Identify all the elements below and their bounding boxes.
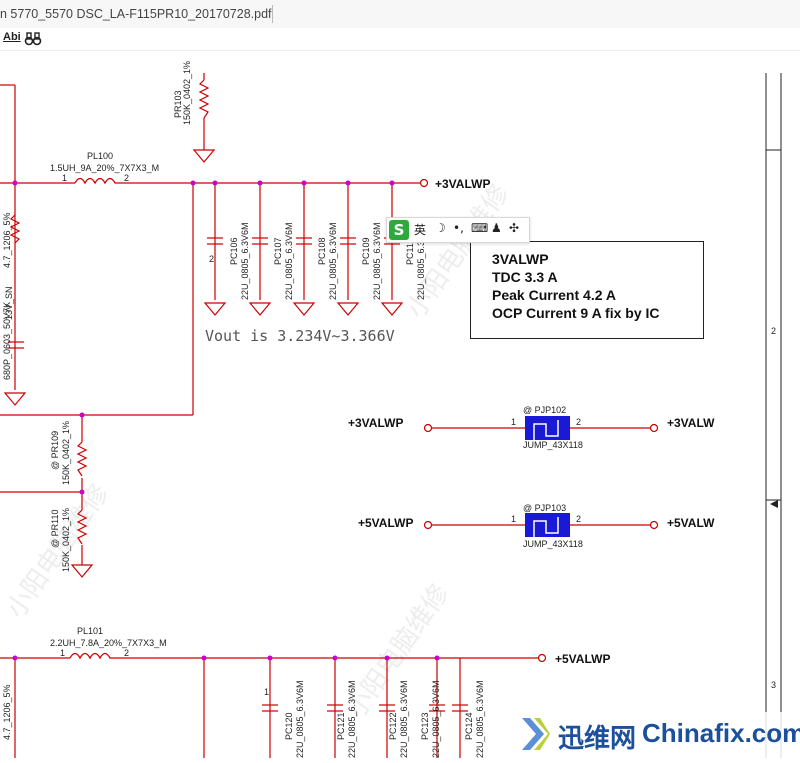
pjp102-right-net: +3VALW: [667, 416, 715, 430]
toolbar: Abi: [0, 28, 800, 51]
pjp102-value: JUMP_43X118: [523, 440, 583, 450]
pc121-value: 22U_0805_6.3V6M: [347, 680, 357, 758]
pc122-value: 22U_0805_6.3V6M: [399, 680, 409, 758]
left-resistor-2-value: 4.7_1206_5%: [2, 684, 12, 740]
pc108-value: 22U_0805_6.3V6M: [328, 222, 338, 300]
grid-icon[interactable]: ✣: [509, 221, 519, 235]
wires-5v: [0, 657, 538, 758]
pc124-value: 22U_0805_6.3V6M: [475, 680, 485, 758]
border-zone-2: 2: [771, 326, 776, 336]
pl101-pin1: 1: [60, 648, 65, 658]
pc107-value: 22U_0805_6.3V6M: [284, 222, 294, 300]
ime-language-toggle[interactable]: 英: [414, 221, 426, 238]
net-5valwp-terminal: [537, 653, 547, 663]
sogou-logo-icon[interactable]: S: [389, 220, 409, 240]
pc109-value: 22U_0805_6.3V6M: [372, 222, 382, 300]
pjp102-pin2: 2: [576, 417, 581, 427]
pr103-value: 150K_0402_1%: [182, 61, 192, 125]
border-zone-3: 3: [771, 680, 776, 690]
pjp103-pin1: 1: [511, 514, 516, 524]
pjp103-pin2: 2: [576, 514, 581, 524]
left-cap-value: 680P_0603_50V7K: [2, 302, 12, 380]
binoculars-icon[interactable]: [24, 31, 42, 47]
ground-symbol: [192, 149, 216, 163]
text-select-tool[interactable]: Abi: [3, 31, 21, 47]
schematic-drawing: 小阳电脑维修 小阳电脑维修 小阳电脑维修 2 3 PL100 1.5UH_9A_…: [0, 61, 782, 758]
watermark-text-1: 小阳电脑维修: [0, 478, 114, 623]
net-3valwp-terminal: [419, 178, 429, 188]
pjp102-ref: @ PJP102: [523, 405, 566, 415]
pc106-pin2: 2: [209, 254, 214, 264]
note-line-1: 3VALWP: [492, 251, 549, 267]
document-tab[interactable]: n 5770_5570 DSC_LA-F115PR10_20170728.pdf: [0, 0, 284, 28]
left-resistor-value: 4.7_1206_5%: [2, 212, 12, 268]
pl100-ref: PL100: [87, 151, 113, 161]
chinafix-logo-icon: [522, 718, 550, 750]
pjp103-value: JUMP_43X118: [523, 539, 583, 549]
page-border: [765, 73, 782, 758]
pl100-pin2: 2: [124, 173, 129, 183]
pc107-ref: PC107: [273, 237, 283, 265]
vout-annotation: Vout is 3.234V~3.366V: [205, 327, 395, 345]
pjp102-left-net: +3VALWP: [348, 416, 403, 430]
pc121-ref: PC121: [336, 712, 346, 740]
pl100-value: 1.5UH_9A_20%_7X7X3_M: [50, 163, 159, 173]
pr109-value: 150K_0402_1%: [61, 421, 71, 485]
chinafix-watermark: 迅维网 Chinafix.com: [520, 712, 800, 758]
pr109-ref: @ PR109: [50, 431, 60, 470]
note-line-4: OCP Current 9 A fix by IC: [492, 305, 660, 321]
pc109-ref: PC109: [361, 237, 371, 265]
wires-3v: [0, 73, 420, 565]
pdf-page: 小阳电脑维修 小阳电脑维修 小阳电脑维修 2 3 PL100 1.5UH_9A_…: [0, 51, 800, 758]
pjp102-pin1: 1: [511, 417, 516, 427]
user-icon[interactable]: ♟: [491, 221, 502, 235]
pc110-ref: PC11(: [405, 240, 415, 265]
watermark-cn: 迅维网: [558, 724, 637, 754]
pr110-value: 150K_0402_1%: [61, 508, 71, 572]
ime-toolbar[interactable]: S 英 ☽ •, ⌨ ♟ ✣: [386, 217, 530, 243]
resistor-pr103: [198, 79, 210, 119]
tab-divider: [272, 5, 273, 23]
pjp103-right-net: +5VALW: [667, 516, 715, 530]
pc120-pin1: 1: [264, 687, 269, 697]
pl100-pin1: 1: [62, 173, 67, 183]
moon-icon[interactable]: ☽: [435, 221, 446, 235]
note-line-3: Peak Current 4.2 A: [492, 287, 616, 303]
pc120-ref: PC120: [284, 712, 294, 740]
keyboard-icon[interactable]: ⌨: [471, 221, 488, 235]
current-spec-note: 3VALWP TDC 3.3 A Peak Current 4.2 A OCP …: [470, 241, 704, 339]
pc122-ref: PC122: [388, 712, 398, 740]
inductor-pl100: [74, 177, 120, 185]
ground-symbol-left: [3, 392, 27, 406]
net-3valwp-label: +3VALWP: [435, 177, 490, 191]
pc123-value: 22U_0805_6.3V6M: [431, 680, 441, 758]
tab-bar: n 5770_5570 DSC_LA-F115PR10_20170728.pdf: [0, 0, 800, 29]
watermark-en: Chinafix.com: [642, 718, 800, 748]
pc124-ref: PC124: [464, 712, 474, 740]
pjp103-ref: @ PJP103: [523, 503, 566, 513]
note-line-2: TDC 3.3 A: [492, 269, 558, 285]
punctuation-icon[interactable]: •,: [453, 221, 464, 235]
ground-symbol-pr110: [70, 564, 94, 578]
pc123-ref: PC123: [420, 712, 430, 740]
pl101-value: 2.2UH_7.8A_20%_7X7X3_M: [50, 638, 167, 648]
pc108-ref: PC108: [317, 237, 327, 265]
pr110-ref: @ PR110: [50, 510, 60, 549]
net-5valwp-label: +5VALWP: [555, 652, 610, 666]
resistor-pr109: [76, 441, 88, 477]
pjp103-left-net: +5VALWP: [358, 516, 413, 530]
inductor-pl101: [69, 652, 118, 660]
pl101-pin2: 2: [124, 648, 129, 658]
pl101-ref: PL101: [77, 626, 103, 636]
pc106-ref: PC106: [229, 237, 239, 265]
pc120-value: 22U_0805_6.3V6M: [295, 680, 305, 758]
border-arrow: [770, 500, 778, 508]
pc106-value: 22U_0805_6.3V6M: [240, 222, 250, 300]
